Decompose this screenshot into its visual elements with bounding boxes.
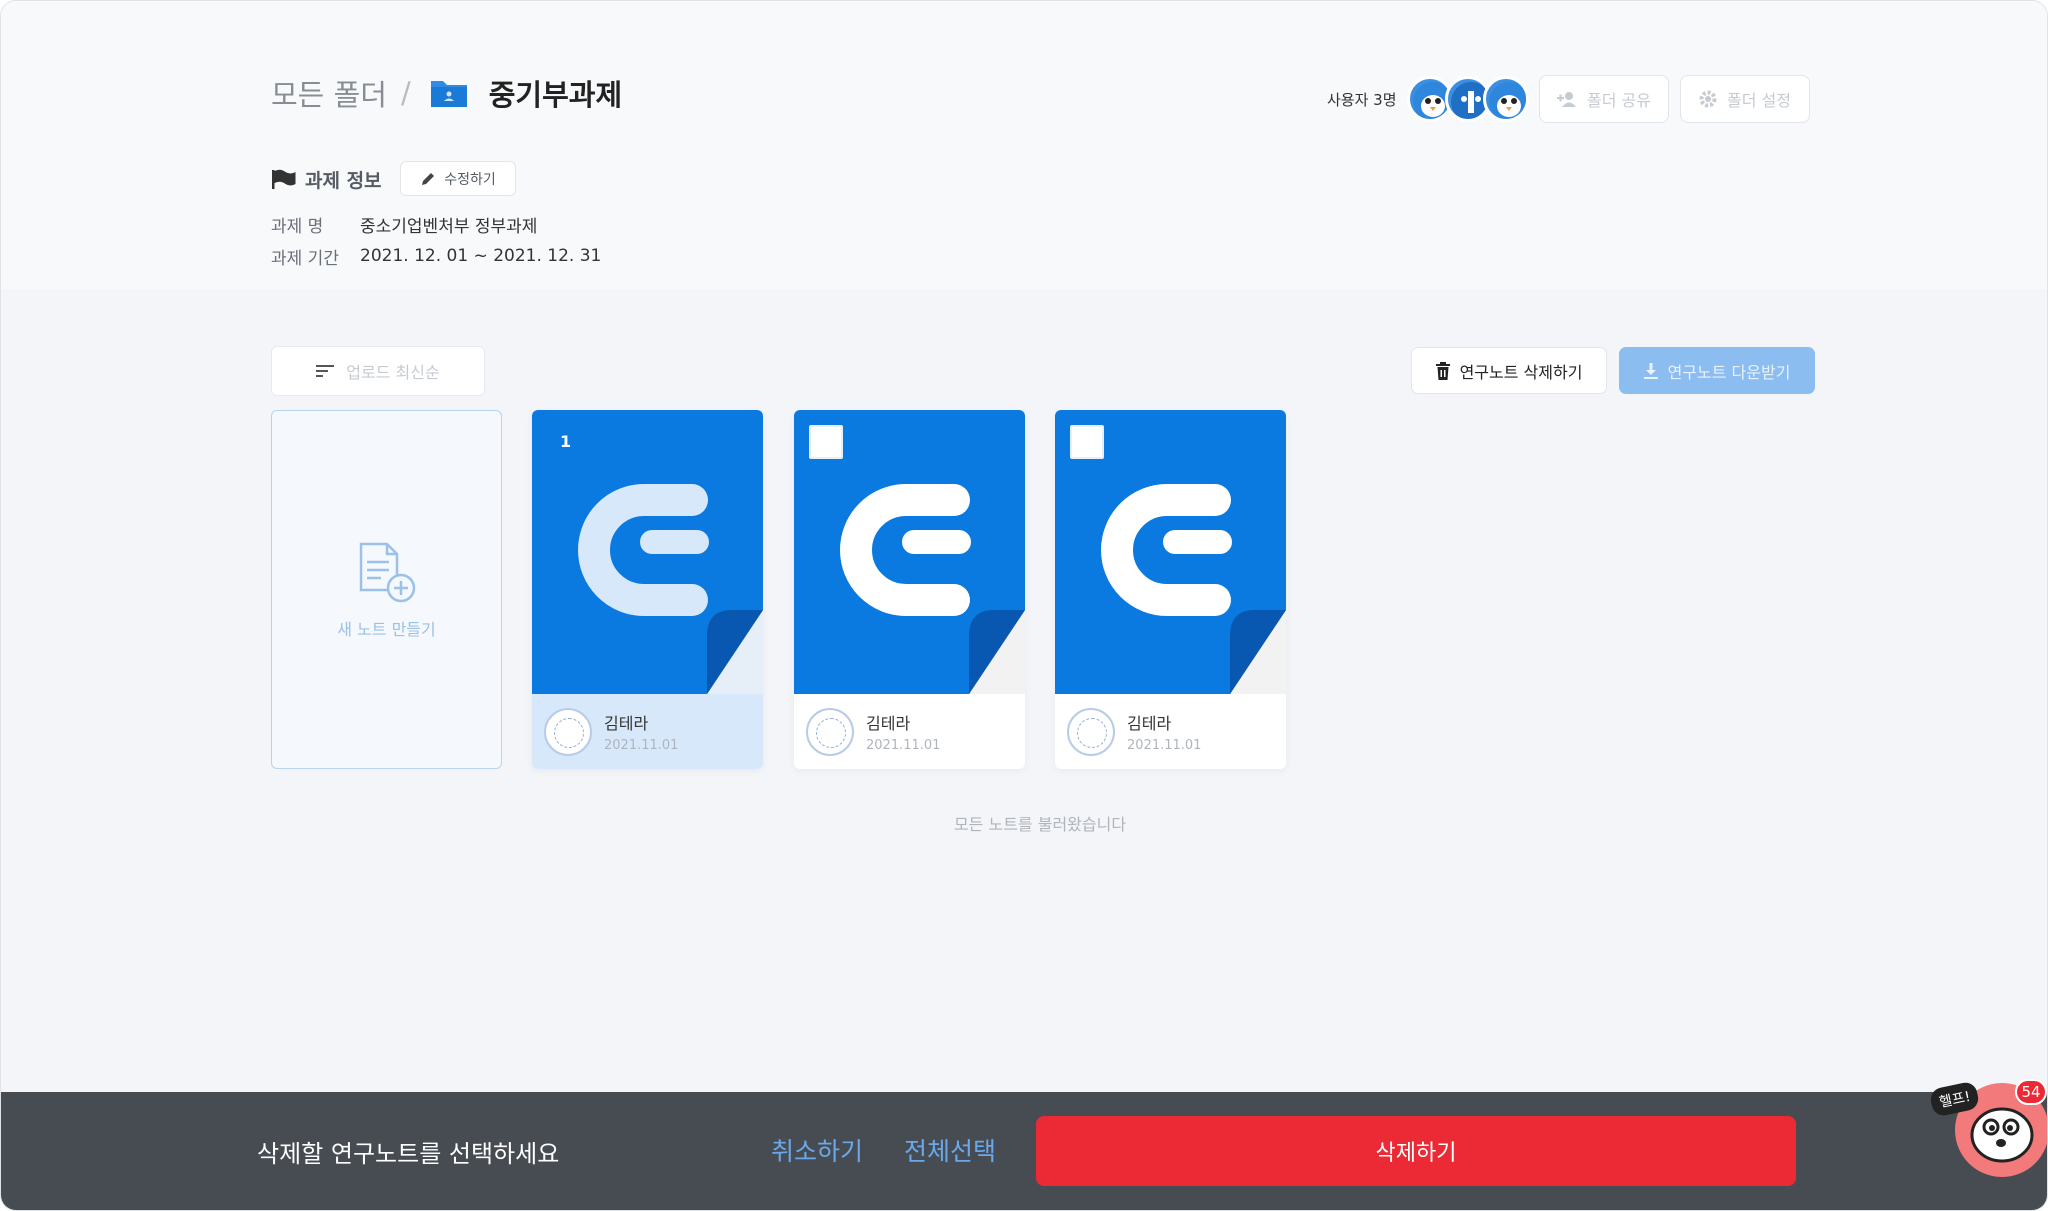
seal-icon [806, 707, 854, 756]
folder-header: 모든 폴더 / 중기부과제 사용자 3명 폴더 공유 폴더 설정 과제 정보 수… [1, 1, 2047, 289]
download-icon [1643, 362, 1658, 379]
avatar-group[interactable] [1406, 76, 1529, 122]
note-author: 김테라 [866, 714, 911, 733]
app-window: 모든 폴더 / 중기부과제 사용자 3명 폴더 공유 폴더 설정 과제 정보 수… [0, 0, 2048, 1211]
note-author: 김테라 [604, 714, 649, 733]
breadcrumb: 모든 폴더 / 중기부과제 [271, 71, 622, 115]
new-note-label: 새 노트 만들기 [337, 619, 436, 639]
sort-dropdown[interactable]: 업로드 최신순 [271, 346, 485, 396]
add-user-icon [1557, 92, 1577, 107]
project-name-value: 중소기업벤처부 정부과제 [360, 216, 538, 237]
sort-icon [316, 365, 335, 377]
project-name-row: 과제 명 중소기업벤처부 정부과제 [271, 211, 537, 237]
select-all-button[interactable]: 전체선택 [904, 1132, 996, 1168]
trash-icon [1435, 361, 1450, 380]
project-period-value: 2021. 12. 01 ~ 2021. 12. 31 [360, 246, 602, 266]
note-cover [794, 410, 1025, 694]
edit-project-button[interactable]: 수정하기 [400, 161, 516, 196]
folder-share-label: 폴더 공유 [1587, 91, 1651, 110]
project-name-label: 과제 명 [271, 216, 324, 237]
note-checkbox[interactable] [809, 425, 843, 459]
note-card[interactable]: 1 김테라 2021.11.01 [532, 410, 763, 769]
pencil-icon [422, 172, 435, 185]
note-card[interactable]: 김테라 2021.11.01 [794, 410, 1025, 769]
delete-notes-label: 연구노트 삭제하기 [1459, 362, 1583, 382]
sort-label: 업로드 최신순 [346, 363, 440, 382]
breadcrumb-separator: / [400, 76, 411, 110]
folder-icon [430, 81, 467, 107]
help-widget[interactable]: 헬프! 54 [1928, 1071, 2047, 1210]
brand-logo-icon [578, 484, 763, 694]
project-period-row: 과제 기간 2021. 12. 01 ~ 2021. 12. 31 [271, 243, 601, 269]
note-checkbox[interactable] [1070, 425, 1104, 459]
page-title: 중기부과제 [488, 78, 623, 112]
cancel-button[interactable]: 취소하기 [771, 1132, 863, 1168]
note-date: 2021.11.01 [604, 738, 679, 753]
note-footer: 김테라 2021.11.01 [532, 694, 763, 769]
note-date: 2021.11.01 [866, 738, 941, 753]
download-notes-button[interactable]: 연구노트 다운받기 [1619, 347, 1815, 394]
note-cover [1055, 410, 1286, 694]
note-footer: 김테라 2021.11.01 [1055, 694, 1286, 769]
delete-prompt: 삭제할 연구노트를 선택하세요 [257, 1140, 560, 1168]
folder-settings-label: 폴더 설정 [1727, 91, 1791, 110]
note-footer: 김테라 2021.11.01 [794, 694, 1025, 769]
folder-settings-button[interactable]: 폴더 설정 [1680, 75, 1810, 123]
penguin-avatar-icon [1488, 82, 1526, 119]
users-count-label: 사용자 3명 [1327, 90, 1397, 109]
project-info-label: 과제 정보 [305, 169, 382, 192]
delete-button[interactable]: 삭제하기 [1036, 1116, 1796, 1186]
new-note-card[interactable]: 새 노트 만들기 [271, 410, 502, 769]
delete-notes-button[interactable]: 연구노트 삭제하기 [1411, 347, 1607, 394]
note-card[interactable]: 김테라 2021.11.01 [1055, 410, 1286, 769]
note-cover: 1 [532, 410, 763, 694]
help-count-badge: 54 [2015, 1079, 2047, 1105]
flag-icon [272, 169, 296, 189]
note-date: 2021.11.01 [1127, 738, 1202, 753]
delete-action-bar: 삭제할 연구노트를 선택하세요 취소하기 전체선택 삭제하기 [1, 1092, 2047, 1210]
download-notes-label: 연구노트 다운받기 [1667, 362, 1791, 382]
all-notes-loaded-message: 모든 노트를 불러왔습니다 [953, 815, 1127, 834]
folder-share-button[interactable]: 폴더 공유 [1539, 75, 1669, 123]
project-info-title: 과제 정보 [271, 161, 382, 197]
breadcrumb-root[interactable]: 모든 폴더 [271, 72, 387, 114]
note-author: 김테라 [1127, 714, 1172, 733]
folder-users[interactable]: 사용자 3명 [1327, 76, 1529, 122]
new-document-icon [359, 542, 415, 602]
seal-icon [544, 707, 592, 756]
project-period-label: 과제 기간 [271, 248, 339, 269]
selection-order: 1 [560, 432, 572, 451]
edit-project-label: 수정하기 [444, 171, 496, 188]
seal-icon [1067, 707, 1115, 756]
gear-icon [1699, 90, 1717, 108]
avatar[interactable] [1482, 76, 1529, 122]
